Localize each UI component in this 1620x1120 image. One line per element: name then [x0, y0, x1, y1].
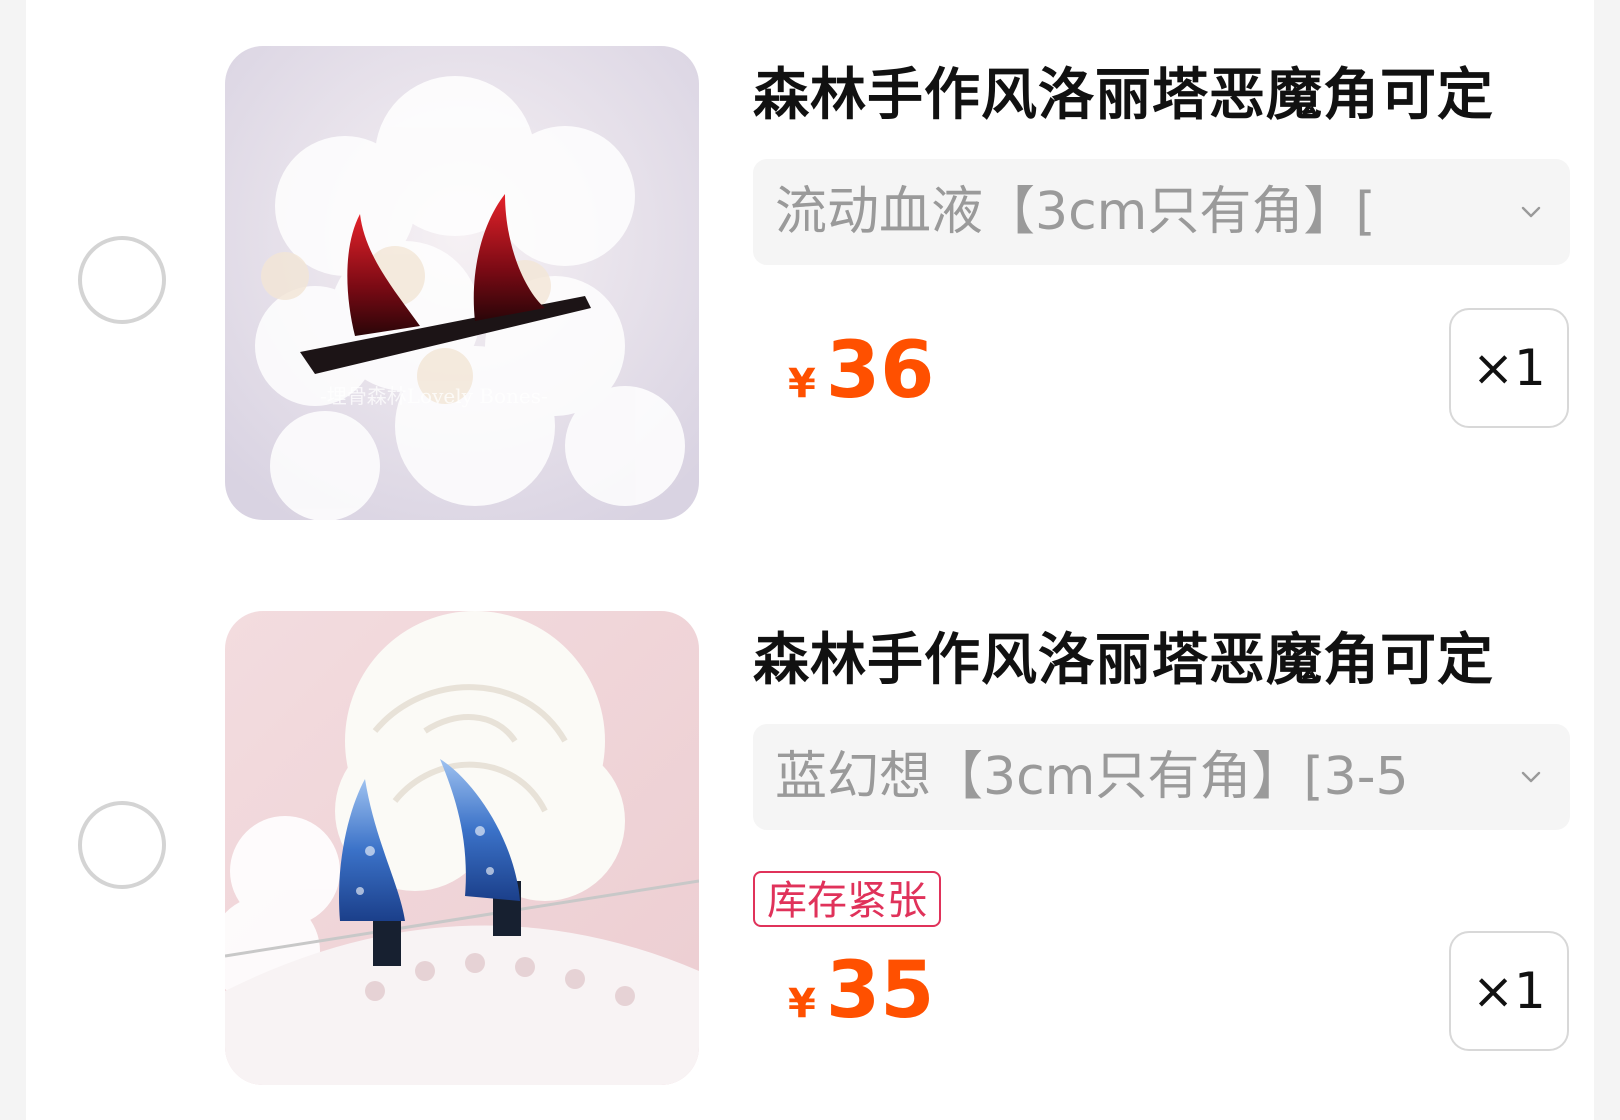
low-stock-badge: 库存紧张 — [753, 871, 941, 927]
sku-selector[interactable]: 蓝幻想【3cm只有角】[3-5 — [753, 724, 1570, 830]
cart-list: -埋骨森林Lovely Bones- 森林手作风洛丽塔恶魔角可定 流动血液【3c… — [26, 0, 1594, 1120]
select-item-radio[interactable] — [78, 801, 166, 889]
price: ¥36 — [788, 326, 934, 416]
currency-symbol: ¥ — [788, 981, 816, 1027]
product-title[interactable]: 森林手作风洛丽塔恶魔角可定 — [753, 621, 1553, 701]
product-image[interactable] — [225, 611, 699, 1085]
sku-text: 流动血液【3cm只有角】[ — [775, 182, 1376, 242]
cart-item: -埋骨森林Lovely Bones- 森林手作风洛丽塔恶魔角可定 流动血液【3c… — [26, 46, 1594, 526]
currency-symbol: ¥ — [788, 361, 816, 407]
cart-item: 森林手作风洛丽塔恶魔角可定 蓝幻想【3cm只有角】[3-5 库存紧张 ¥35 ×… — [26, 611, 1594, 1091]
sku-selector[interactable]: 流动血液【3cm只有角】[ — [753, 159, 1570, 265]
price: ¥35 — [788, 946, 934, 1036]
price-amount: 35 — [825, 946, 935, 1036]
product-image-watermark: -埋骨森林Lovely Bones- — [320, 384, 548, 408]
product-image[interactable]: -埋骨森林Lovely Bones- — [225, 46, 699, 520]
quantity-button[interactable]: ×1 — [1449, 308, 1569, 428]
sku-text: 蓝幻想【3cm只有角】[3-5 — [775, 747, 1409, 807]
select-item-radio[interactable] — [78, 236, 166, 324]
chevron-down-icon — [1521, 206, 1541, 218]
quantity-button[interactable]: ×1 — [1449, 931, 1569, 1051]
chevron-down-icon — [1521, 771, 1541, 783]
price-amount: 36 — [825, 326, 935, 416]
product-title[interactable]: 森林手作风洛丽塔恶魔角可定 — [753, 56, 1553, 136]
